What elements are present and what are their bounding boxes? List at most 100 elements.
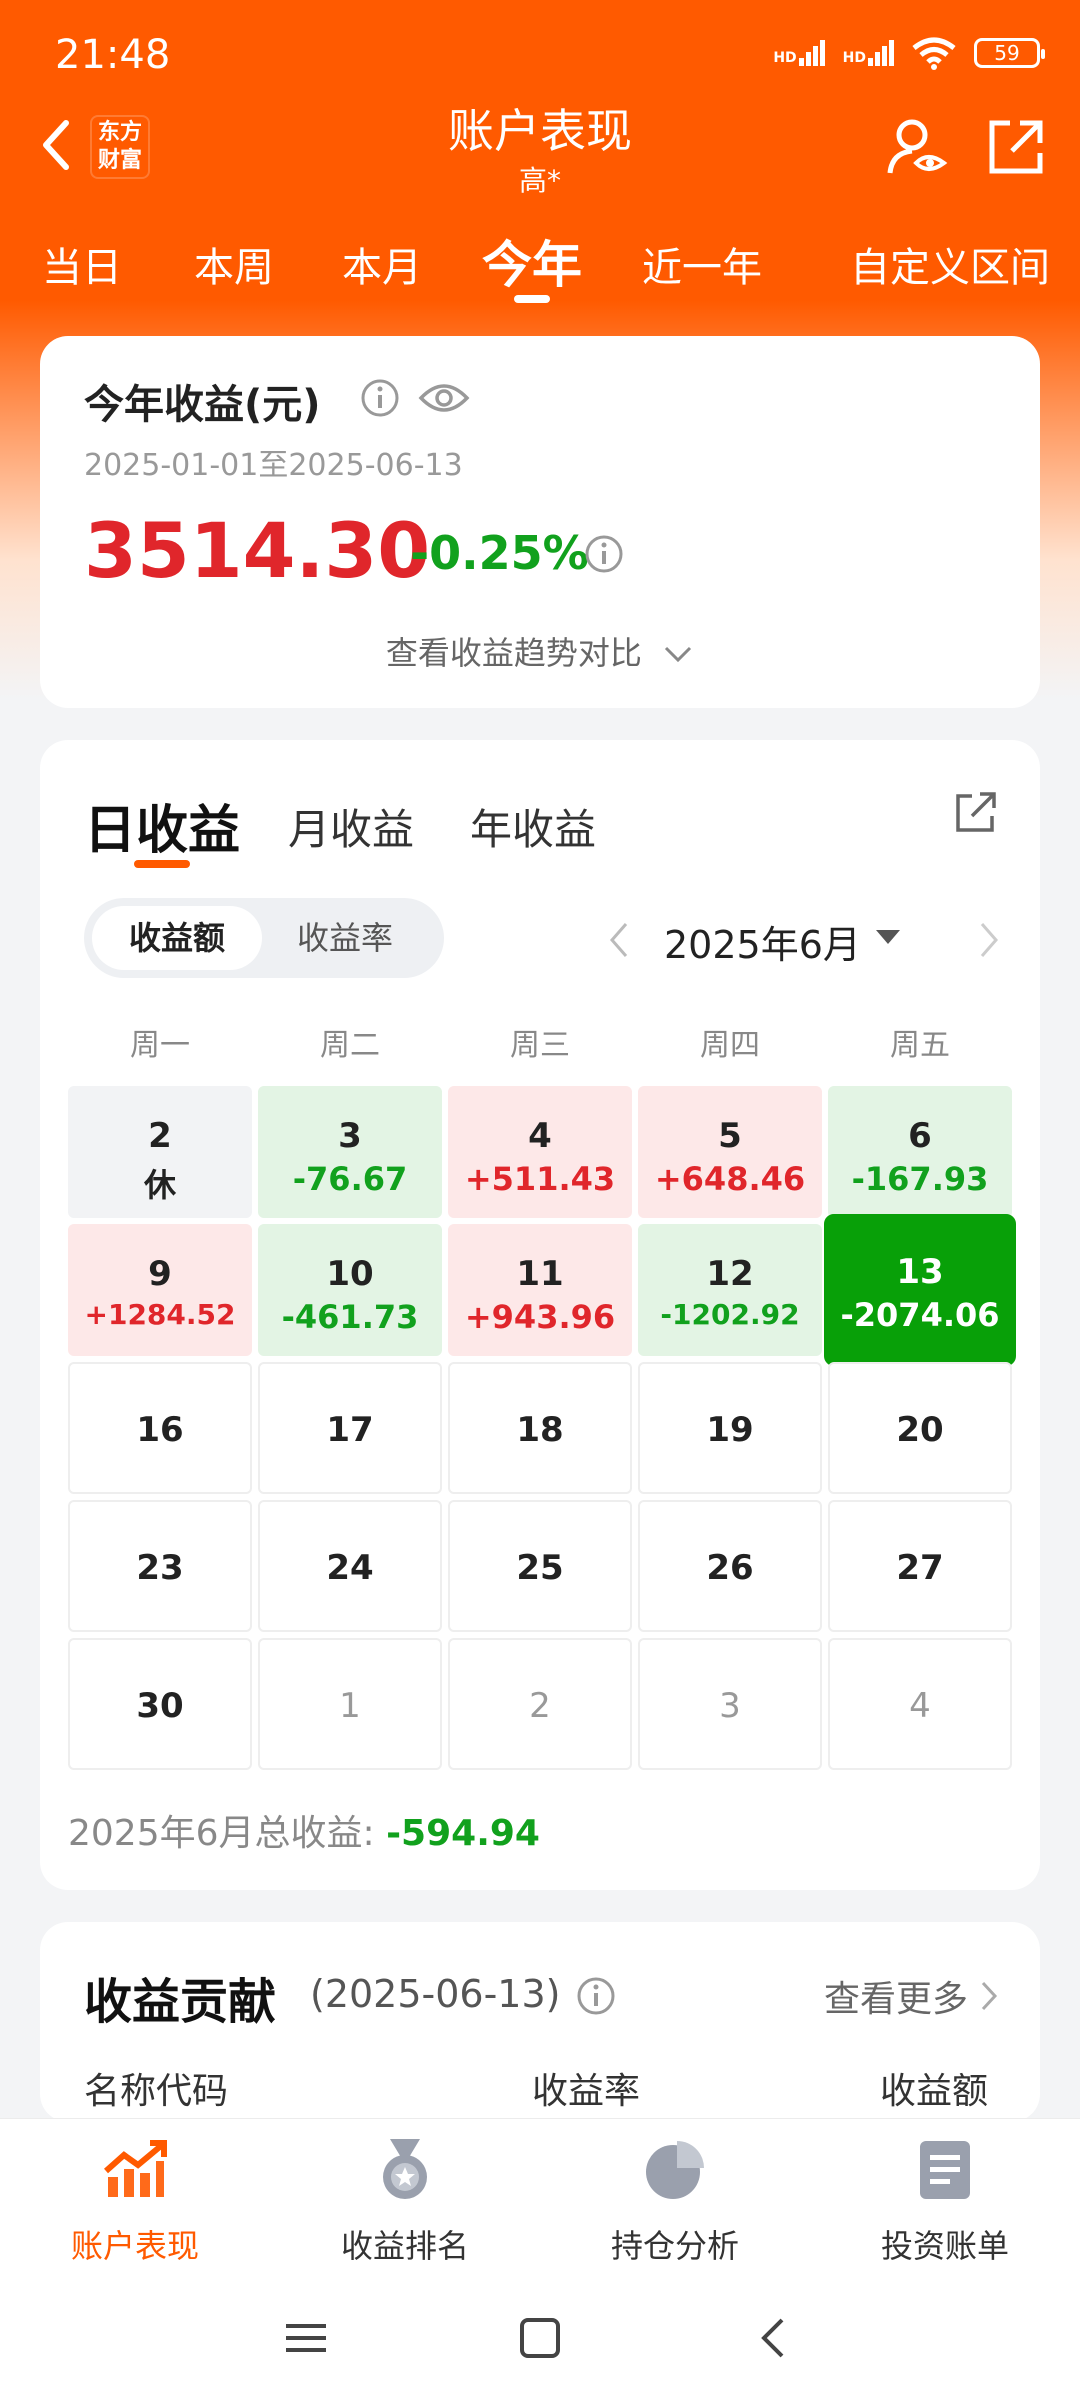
weekday-label: 周二 — [320, 1028, 380, 1063]
calendar-day[interactable]: 26 — [638, 1500, 822, 1632]
calendar-day[interactable]: 2 — [448, 1638, 632, 1770]
day-return: 休 — [143, 1166, 176, 1204]
day-return: -167.93 — [851, 1160, 989, 1198]
calendar-day[interactable]: 30 — [68, 1638, 252, 1770]
summary-card: 今年收益(元) 2025-01-01至2025-06-13 3514.30 -0… — [40, 336, 1040, 708]
signal-icon: HD — [773, 40, 825, 66]
tab-last-year[interactable]: 近一年 — [642, 235, 762, 293]
calendar-day[interactable]: 6 -167.93 — [828, 1086, 1012, 1218]
battery-icon: 59 — [974, 38, 1045, 68]
day-number: 27 — [896, 1548, 944, 1588]
day-number: 25 — [516, 1548, 564, 1588]
calendar-day[interactable]: 9 +1284.52 — [68, 1224, 252, 1356]
tab-week[interactable]: 本周 — [194, 235, 274, 293]
toggle-amount[interactable]: 收益额 — [92, 906, 262, 970]
month-total: 2025年6月总收益: -594.94 — [68, 1813, 540, 1854]
tab-indicator — [134, 860, 190, 868]
calendar-day[interactable]: 1 — [258, 1638, 442, 1770]
calendar-day[interactable]: 10 -461.73 — [258, 1224, 442, 1356]
calendar-day[interactable]: 18 — [448, 1362, 632, 1494]
day-number: 20 — [896, 1410, 944, 1450]
toggle-rate[interactable]: 收益率 — [260, 906, 430, 970]
tab-daily-returns[interactable]: 日收益 — [84, 788, 240, 868]
signal-icon-2: HD — [843, 40, 894, 66]
day-number: 12 — [706, 1254, 754, 1294]
share-icon[interactable] — [952, 788, 1000, 836]
tab-today[interactable]: 当日 — [42, 235, 122, 293]
calendar-day[interactable]: 2休 — [68, 1086, 252, 1218]
tab-year[interactable]: 今年 — [482, 225, 582, 303]
profit-percent: -0.25% — [410, 526, 589, 580]
summary-title: 今年收益(元) — [84, 382, 321, 428]
column-name-code[interactable]: 名称代码 — [84, 2062, 228, 2114]
dropdown-caret-icon[interactable] — [876, 930, 900, 944]
chevron-right-icon[interactable] — [974, 918, 1004, 962]
info-icon[interactable] — [576, 1976, 616, 2016]
column-return-rate[interactable]: 收益率 — [532, 2062, 640, 2114]
day-number: 16 — [136, 1410, 184, 1450]
day-number: 9 — [148, 1254, 172, 1294]
weekday-label: 周一 — [130, 1028, 190, 1063]
calendar-day[interactable]: 4 +511.43 — [448, 1086, 632, 1218]
calendar-day[interactable]: 16 — [68, 1362, 252, 1494]
medal-icon — [383, 2139, 427, 2199]
chevron-right-icon — [981, 1981, 998, 2011]
day-number: 19 — [706, 1410, 754, 1450]
back-nav-icon[interactable] — [752, 2316, 796, 2360]
calendar-day[interactable]: 23 — [68, 1500, 252, 1632]
calendar-day[interactable]: 11 +943.96 — [448, 1224, 632, 1356]
weekday-label: 周五 — [890, 1028, 950, 1063]
weekday-label: 周四 — [700, 1028, 760, 1063]
info-icon[interactable] — [360, 378, 400, 418]
status-bar: 21:48 HD HD 59 — [55, 28, 1045, 88]
weekday-label: 周三 — [510, 1028, 570, 1063]
view-more-link[interactable]: 查看更多 — [824, 1970, 1000, 2022]
day-number: 11 — [516, 1254, 564, 1294]
calendar-day[interactable]: 12 -1202.92 — [638, 1224, 822, 1356]
weekday-header: 周一 周二 周三 周四 周五 — [68, 1020, 1012, 1070]
calendar-day[interactable]: 27 — [828, 1500, 1012, 1632]
calendar-day[interactable]: 17 — [258, 1362, 442, 1494]
nav-holding-analysis[interactable]: 持仓分析 — [540, 2137, 810, 2267]
profit-amount: 3514.30 — [84, 506, 431, 595]
calendar-day[interactable]: 3 — [638, 1638, 822, 1770]
day-number: 30 — [136, 1686, 184, 1726]
calendar-day[interactable]: 20 — [828, 1362, 1012, 1494]
day-return: +648.46 — [654, 1160, 806, 1198]
column-return-amount[interactable]: 收益额 — [880, 2062, 988, 2114]
bottom-nav: 账户表现 收益排名 持仓分析 投资账单 — [0, 2118, 1080, 2278]
calendar-day[interactable]: 25 — [448, 1500, 632, 1632]
calendar-day[interactable]: 4 — [828, 1638, 1012, 1770]
calendar-day[interactable]: 13 -2074.06 — [824, 1214, 1016, 1366]
tab-custom-range[interactable]: 自定义区间 — [850, 235, 1050, 293]
day-number: 17 — [326, 1410, 374, 1450]
month-selector: 2025年6月 — [604, 910, 1004, 970]
month-label[interactable]: 2025年6月 — [664, 914, 861, 969]
eye-icon[interactable] — [418, 378, 470, 418]
day-number: 5 — [718, 1116, 742, 1156]
day-return: +1284.52 — [84, 1298, 236, 1331]
home-icon[interactable] — [518, 2316, 562, 2360]
day-return: -461.73 — [281, 1298, 419, 1336]
account-view-icon[interactable] — [884, 115, 948, 179]
calendar-day[interactable]: 3 -76.67 — [258, 1086, 442, 1218]
nav-investment-bill[interactable]: 投资账单 — [810, 2137, 1080, 2267]
wifi-icon — [912, 37, 956, 70]
day-number: 6 — [908, 1116, 932, 1156]
calendar-day[interactable]: 5 +648.46 — [638, 1086, 822, 1218]
day-number: 4 — [528, 1116, 552, 1156]
trend-compare-link[interactable]: 查看收益趋势对比 — [40, 628, 1040, 674]
share-out-icon[interactable] — [984, 115, 1048, 179]
tab-monthly-returns[interactable]: 月收益 — [288, 796, 414, 857]
calendar-day[interactable]: 24 — [258, 1500, 442, 1632]
percent-info-icon[interactable] — [584, 534, 624, 574]
menu-icon[interactable] — [284, 2316, 328, 2360]
status-time: 21:48 — [55, 32, 171, 78]
chevron-left-icon[interactable] — [604, 918, 634, 962]
tab-month[interactable]: 本月 — [342, 235, 422, 293]
tab-yearly-returns[interactable]: 年收益 — [470, 796, 596, 857]
nav-account-performance[interactable]: 账户表现 — [0, 2137, 270, 2267]
calendar-day[interactable]: 19 — [638, 1362, 822, 1494]
nav-return-ranking[interactable]: 收益排名 — [270, 2137, 540, 2267]
contribution-card: 收益贡献 (2025-06-13) 查看更多 名称代码 收益率 收益额 — [40, 1922, 1040, 2122]
